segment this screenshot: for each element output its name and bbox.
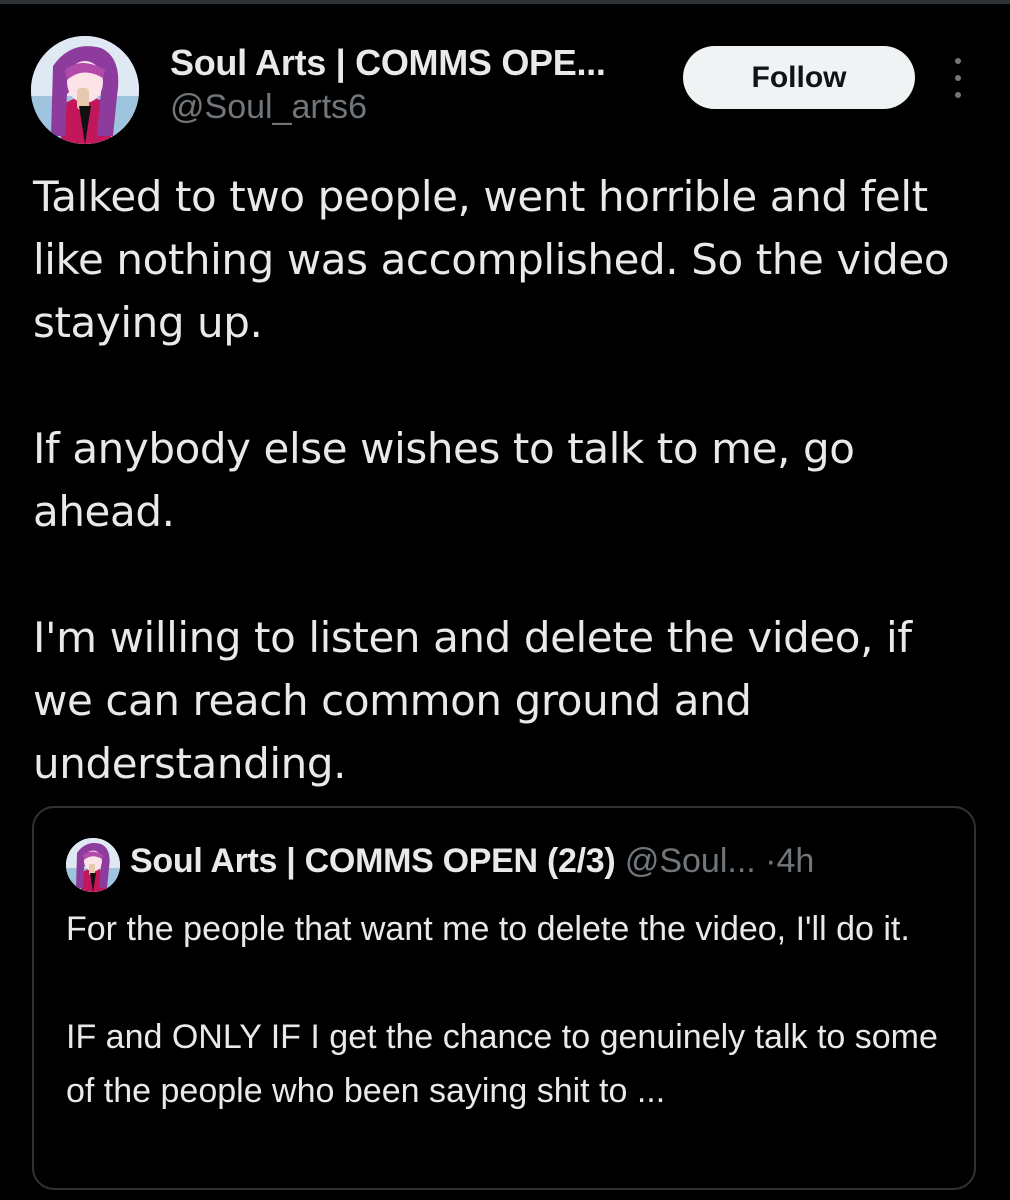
tweet-paragraph: If anybody else wishes to talk to me, go… xyxy=(33,424,855,536)
more-dot xyxy=(955,75,961,81)
author-display-name[interactable]: Soul Arts | COMMS OPE... xyxy=(170,42,606,84)
more-dot xyxy=(955,58,961,64)
author-avatar[interactable] xyxy=(31,36,139,144)
anime-girl-avatar-icon xyxy=(31,36,139,144)
tweet-paragraph: Talked to two people, went horrible and … xyxy=(33,172,950,347)
top-divider xyxy=(0,0,1010,4)
quoted-author-avatar xyxy=(66,838,120,892)
more-options-icon[interactable] xyxy=(944,58,972,98)
quoted-tweet-card[interactable]: Soul Arts | COMMS OPEN (2/3) @Soul... ·4… xyxy=(32,806,976,1190)
quoted-tweet-text: For the people that want me to delete th… xyxy=(66,902,946,1172)
quoted-paragraph: For the people that want me to delete th… xyxy=(66,910,910,948)
tweet-paragraph: I'm willing to listen and delete the vid… xyxy=(33,613,912,788)
quoted-separator: · xyxy=(765,842,777,880)
quoted-paragraph: IF and ONLY IF I get the chance to genui… xyxy=(66,1018,938,1110)
quoted-author-name: Soul Arts | COMMS OPEN (2/3) xyxy=(130,842,616,880)
quoted-timestamp: 4h xyxy=(776,842,815,880)
more-dot xyxy=(955,92,961,98)
quoted-tweet-header: Soul Arts | COMMS OPEN (2/3) @Soul... ·4… xyxy=(130,842,814,881)
follow-button[interactable]: Follow xyxy=(683,46,915,109)
quoted-author-handle: @Soul... xyxy=(624,842,756,880)
anime-girl-avatar-icon xyxy=(66,838,120,892)
author-handle[interactable]: @Soul_arts6 xyxy=(170,88,367,127)
tweet-text: Talked to two people, went horrible and … xyxy=(33,165,983,858)
